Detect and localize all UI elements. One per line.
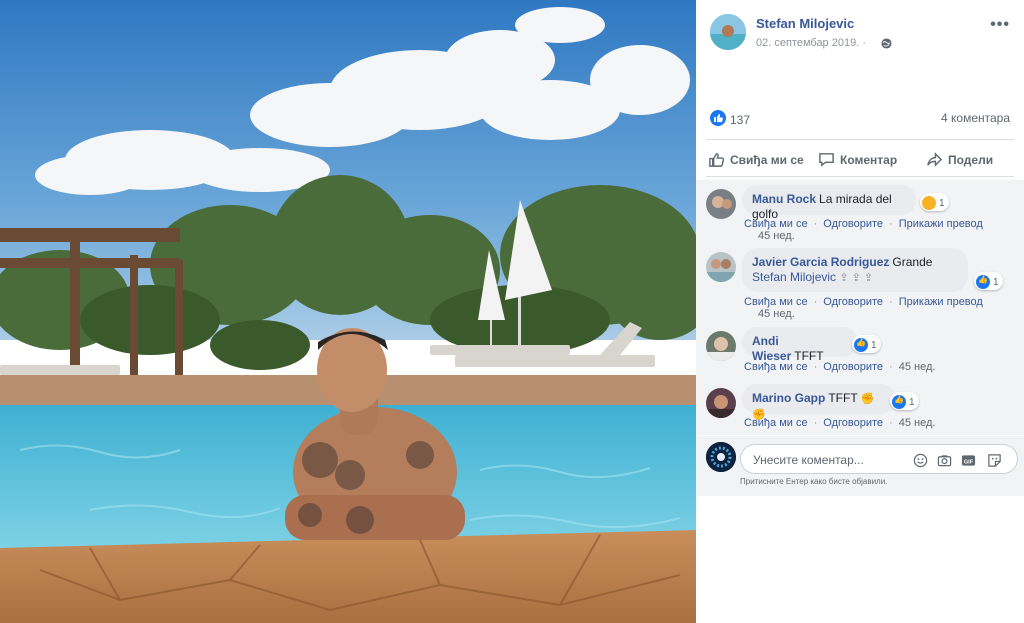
divider: [706, 176, 1014, 177]
comment-composer: Унесите коментар... GIF Притисните Ентер…: [696, 436, 1024, 496]
pool-photo-image: [0, 0, 696, 623]
comment-meta: Свиђа ми се · Одговорите · 45 нед.: [744, 417, 936, 429]
share-button[interactable]: Подели: [926, 151, 993, 168]
composer-hint: Притисните Ентер како бисте објавили.: [740, 477, 888, 486]
post-header: Stefan Milojevic 02. септембар 2019. · •…: [710, 14, 1010, 54]
commenter-avatar[interactable]: [706, 252, 736, 282]
comment-like-link[interactable]: Свиђа ми се: [744, 417, 808, 429]
comment-meta: Свиђа ми се · Одговорите · Прикажи превод: [744, 218, 983, 230]
post-stats: 137 4 коментара: [710, 108, 1010, 130]
post-photo[interactable]: [0, 0, 696, 623]
comments-list: Manu Rock La mirada del golfo 1 Свиђа ми …: [696, 180, 1024, 435]
thumbs-emoji-icon: ⇪ ⇪ ⇪: [839, 272, 874, 284]
like-reaction-icon: [892, 395, 906, 409]
comment-reply-link[interactable]: Одговорите: [823, 361, 883, 373]
reaction-count: 1: [939, 197, 945, 209]
globe-icon: [881, 38, 892, 49]
speech-bubble-icon: [819, 153, 834, 167]
commenter-avatar[interactable]: [706, 388, 736, 418]
comment-reply-link[interactable]: Одговорите: [823, 417, 883, 429]
comment-time[interactable]: 45 нед.: [899, 361, 936, 373]
comment-reply-link[interactable]: Одговорите: [823, 218, 883, 230]
comment-time[interactable]: 45 нед.: [758, 308, 795, 320]
translate-link[interactable]: Прикажи превод: [899, 296, 983, 308]
sticker-icon[interactable]: [987, 453, 1002, 468]
reaction-count: 1: [871, 339, 877, 351]
author-name[interactable]: Stefan Milojevic: [756, 16, 854, 31]
comment-meta: Свиђа ми се · Одговорите · 45 нед.: [744, 361, 936, 373]
comment-text: Grande: [892, 255, 933, 269]
share-arrow-icon: [927, 152, 943, 167]
like-reaction-icon[interactable]: [710, 110, 726, 126]
mention-link[interactable]: Stefan Milojevic: [752, 270, 836, 284]
like-reaction-icon: [854, 338, 868, 352]
comment-reactions[interactable]: 1: [974, 272, 1003, 290]
current-user-avatar[interactable]: [706, 442, 736, 472]
post-sidebar: Stefan Milojevic 02. септембар 2019. · •…: [696, 0, 1024, 623]
comment-bubble: Manu Rock La mirada del golfo: [742, 185, 916, 221]
commenter-avatar[interactable]: [706, 189, 736, 219]
comment-bubble: Marino Gapp TFFT ✊✊: [742, 384, 896, 421]
smiley-icon[interactable]: [913, 453, 928, 468]
commenter-avatar[interactable]: [706, 331, 736, 361]
comment-like-link[interactable]: Свиђа ми се: [744, 296, 808, 308]
likes-count[interactable]: 137: [730, 113, 750, 127]
comment-text: TFFT: [828, 391, 858, 405]
gif-icon[interactable]: GIF: [961, 453, 976, 468]
comment-bubble: Javier Garcia Rodriguez Grande Stefan Mil…: [742, 248, 968, 292]
translate-link[interactable]: Прикажи превод: [899, 218, 983, 230]
divider: [706, 139, 1014, 140]
comment-time[interactable]: 45 нед.: [899, 417, 936, 429]
comment-button-label: Коментар: [840, 152, 898, 167]
author-avatar[interactable]: [710, 14, 746, 50]
comment-reactions[interactable]: 1: [920, 193, 949, 211]
comments-count[interactable]: 4 коментара: [941, 111, 1010, 125]
like-button[interactable]: Свиђа ми се: [708, 151, 804, 168]
comment-button[interactable]: Коментар: [818, 151, 897, 168]
like-button-label: Свиђа ми се: [730, 152, 804, 167]
comment-time[interactable]: 45 нед.: [758, 230, 795, 242]
comment-meta: Свиђа ми се · Одговорите · Прикажи превод: [744, 296, 983, 308]
comment-author[interactable]: Javier Garcia Rodriguez: [752, 255, 889, 269]
post-date[interactable]: 02. септембар 2019. ·: [756, 37, 866, 49]
svg-text:GIF: GIF: [964, 459, 974, 465]
like-reaction-icon: [976, 275, 990, 289]
thumbs-up-icon: [709, 153, 725, 167]
post-actions: Свиђа ми се Коментар Подели: [706, 144, 1014, 174]
reaction-count: 1: [993, 276, 999, 288]
comment-reply-link[interactable]: Одговорите: [823, 296, 883, 308]
comment-author[interactable]: Andi Wieser: [752, 334, 791, 363]
reaction-count: 1: [909, 396, 915, 408]
comment-author[interactable]: Marino Gapp: [752, 391, 825, 405]
more-options-button[interactable]: •••: [990, 16, 1010, 34]
comment-author[interactable]: Manu Rock: [752, 192, 816, 206]
comment-input-placeholder: Унесите коментар...: [753, 453, 864, 467]
comment-bubble: Andi Wieser TFFT: [742, 327, 858, 363]
comment-like-link[interactable]: Свиђа ми се: [744, 361, 808, 373]
camera-icon[interactable]: [937, 453, 952, 468]
comment-input[interactable]: Унесите коментар... GIF: [740, 444, 1018, 474]
haha-reaction-icon: [922, 196, 936, 210]
comment-like-link[interactable]: Свиђа ми се: [744, 218, 808, 230]
share-button-label: Подели: [948, 152, 994, 167]
comment-reactions[interactable]: 1: [890, 392, 919, 410]
comment-reactions[interactable]: 1: [852, 335, 881, 353]
